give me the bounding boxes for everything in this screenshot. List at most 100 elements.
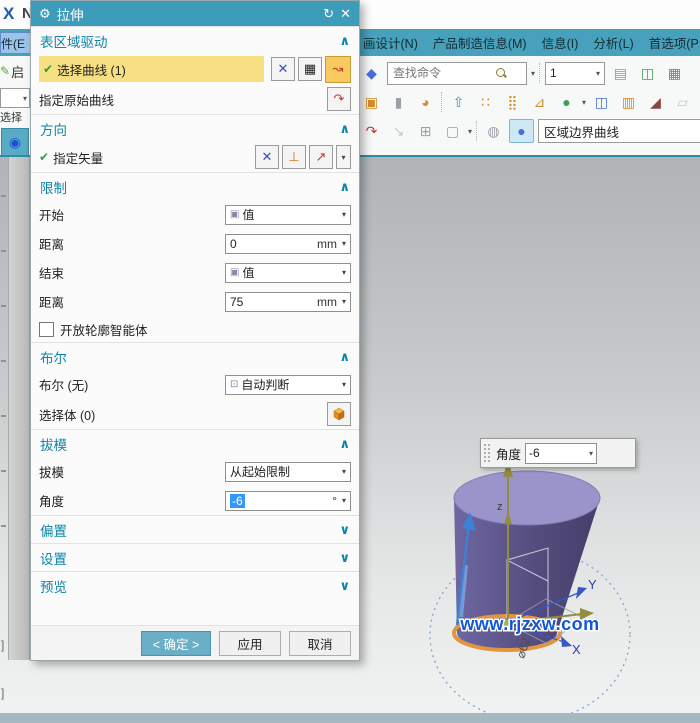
arrow-icon[interactable]: ↘ bbox=[387, 120, 410, 142]
extrude-icon[interactable]: ⇧ bbox=[447, 91, 470, 113]
part-nav-icon[interactable]: ◆ bbox=[360, 62, 383, 84]
menu-preferences[interactable]: 首选项(P bbox=[649, 33, 699, 52]
specify-vector-label: 指定矢量 bbox=[53, 148, 103, 167]
rib-icon[interactable]: ⊿ bbox=[528, 91, 551, 113]
start-label: 启 bbox=[11, 62, 24, 81]
book-icon[interactable]: ◫ bbox=[590, 91, 613, 113]
boolean-dropdown[interactable]: ⊡ 自动判断 ▾ bbox=[225, 375, 351, 395]
start-menu-sliver[interactable]: ✎ 启 bbox=[0, 60, 29, 82]
open-profile-checkbox[interactable] bbox=[39, 322, 54, 337]
section-header-preview[interactable]: 预览 ∨ bbox=[31, 571, 359, 599]
section-header-direction[interactable]: 方向 ∧ bbox=[31, 114, 359, 142]
active-tool-chip[interactable]: ◉ bbox=[1, 128, 29, 156]
y-axis-label: Y bbox=[588, 577, 597, 592]
snap-point-icon[interactable]: ⊞ bbox=[414, 120, 437, 142]
marquee-dropdown-caret[interactable]: ▾ bbox=[468, 127, 472, 136]
pattern-icon[interactable]: ⣿ bbox=[501, 91, 524, 113]
angle-box-field[interactable]: -6 ▾ bbox=[525, 443, 597, 464]
section-header-limits[interactable]: 限制 ∧ bbox=[31, 172, 359, 200]
boundary-curve-combo[interactable]: 区域边界曲线 ▾ bbox=[538, 119, 700, 143]
resource-bar-tick bbox=[1, 250, 6, 252]
x-axis-label: X bbox=[572, 642, 581, 657]
lasso-icon[interactable]: ↝ bbox=[325, 56, 351, 83]
chevron-down-icon: ▾ bbox=[589, 449, 593, 458]
menu-pmi[interactable]: 产品制造信息(M) bbox=[433, 33, 527, 52]
menu-file-sliver[interactable]: 件(E bbox=[0, 32, 31, 54]
extrude-preview-scene: z X Y ⌀62 www.rjzxw.com bbox=[400, 427, 700, 723]
end-distance-field[interactable]: 75 mm ▾ bbox=[225, 292, 351, 312]
boss-icon[interactable]: ◕ bbox=[414, 91, 437, 113]
shaded-cylinder-icon[interactable]: ● bbox=[509, 119, 534, 143]
start-mode-dropdown[interactable]: ▣ 值 ▾ bbox=[225, 205, 351, 225]
original-curve-label: 指定原始曲线 bbox=[39, 90, 114, 109]
ok-button[interactable]: < 确定 > bbox=[141, 631, 211, 656]
cube-pair-icon[interactable]: ▥ bbox=[617, 91, 640, 113]
layer-settings-icon[interactable]: ▤ bbox=[609, 62, 632, 84]
search-icon[interactable] bbox=[495, 67, 507, 79]
cylinder-icon[interactable]: ▮ bbox=[387, 91, 410, 113]
chevron-up-icon[interactable]: ∧ bbox=[339, 121, 350, 137]
chevron-down-icon[interactable]: ∨ bbox=[339, 578, 350, 594]
cancel-button[interactable]: 取消 bbox=[289, 631, 351, 656]
datum-block-icon[interactable]: ▣ bbox=[360, 91, 383, 113]
section-header-region[interactable]: 表区域驱动 ∧ bbox=[31, 26, 359, 54]
mesh-sphere-icon[interactable]: ◍ bbox=[482, 120, 505, 142]
menu-analysis[interactable]: 分析(L) bbox=[593, 33, 633, 52]
select-body-label: 选择体 (0) bbox=[39, 405, 95, 424]
spline-icon[interactable]: ↷ bbox=[327, 87, 351, 111]
menu-design[interactable]: 画设计(N) bbox=[363, 33, 418, 52]
left-resource-bar[interactable] bbox=[8, 157, 30, 660]
sheet-icon[interactable]: ▱ bbox=[671, 91, 694, 113]
start-mode-value: 值 bbox=[242, 206, 254, 223]
chevron-up-icon[interactable]: ∧ bbox=[339, 33, 350, 49]
draft-angle-field[interactable]: -6 ° ▾ bbox=[225, 491, 351, 511]
end-mode-dropdown[interactable]: ▣ 值 ▾ bbox=[225, 263, 351, 283]
two-point-vector-icon[interactable]: ✕ bbox=[255, 145, 279, 169]
layer-visible-icon[interactable]: ◫ bbox=[636, 62, 659, 84]
chevron-up-icon[interactable]: ∧ bbox=[339, 179, 350, 195]
chevron-down-icon[interactable]: ∨ bbox=[339, 522, 350, 538]
draft-mode-dropdown[interactable]: 从起始限制 ▾ bbox=[225, 462, 351, 482]
section-header-draft[interactable]: 拔模 ∧ bbox=[31, 429, 359, 457]
chamfer-icon[interactable]: ◢ bbox=[644, 91, 667, 113]
chevron-down-icon[interactable]: ∨ bbox=[339, 550, 350, 566]
drag-handle[interactable] bbox=[483, 443, 492, 463]
face-normal-icon[interactable]: ⊥ bbox=[282, 145, 306, 169]
search-dropdown-caret[interactable]: ▾ bbox=[531, 69, 535, 78]
section-header-offset[interactable]: 偏置 ∨ bbox=[31, 515, 359, 543]
swirl-icon: ◉ bbox=[9, 134, 21, 151]
start-distance-field[interactable]: 0 mm ▾ bbox=[225, 234, 351, 254]
layer-category-icon[interactable]: ▦ bbox=[663, 62, 686, 84]
specify-vector-row: ✔ 指定矢量 ✕ ⊥ ↗ ▾ bbox=[31, 142, 359, 172]
command-finder-input[interactable] bbox=[391, 65, 495, 81]
marquee-icon[interactable]: ▢ bbox=[441, 120, 464, 142]
apply-button[interactable]: 应用 bbox=[219, 631, 281, 656]
chevron-up-icon[interactable]: ∧ bbox=[339, 436, 350, 452]
chevron-down-icon: ▾ bbox=[342, 297, 346, 306]
check-icon: ✔ bbox=[39, 150, 49, 164]
select-curve-active[interactable]: ✔ 选择曲线 (1) bbox=[39, 56, 264, 82]
unite-icon[interactable]: ● bbox=[555, 91, 578, 113]
cube-glyph bbox=[332, 407, 346, 421]
left-combo-sliver[interactable]: ▾ bbox=[0, 88, 30, 108]
chevron-down-icon: ▾ bbox=[342, 496, 346, 505]
close-icon[interactable]: ✕ bbox=[340, 6, 351, 22]
dialog-title-bar[interactable]: ⚙ 拉伸 ↻ ✕ bbox=[31, 1, 359, 26]
curve-rule-icon[interactable]: ▦ bbox=[298, 57, 322, 81]
vector-dialog-icon[interactable]: ↗ bbox=[309, 145, 333, 169]
corner-close-sliver[interactable]: X bbox=[3, 4, 14, 24]
reset-icon[interactable]: ↻ bbox=[323, 6, 334, 22]
layer-combo[interactable]: 1 ▾ bbox=[545, 62, 605, 85]
value-cube-icon: ▣ bbox=[230, 267, 239, 278]
chevron-up-icon[interactable]: ∧ bbox=[339, 349, 350, 365]
bridge-curve-icon[interactable]: ↷ bbox=[360, 120, 383, 142]
chevron-down-icon[interactable]: ▾ bbox=[336, 145, 351, 169]
deselect-icon[interactable]: ✕ bbox=[271, 57, 295, 81]
hole-array-icon[interactable]: ∷ bbox=[474, 91, 497, 113]
body-cube-icon[interactable] bbox=[327, 402, 351, 426]
cone-top-face[interactable] bbox=[454, 471, 600, 525]
menu-information[interactable]: 信息(I) bbox=[542, 33, 579, 52]
unite-dropdown-caret[interactable]: ▾ bbox=[582, 98, 586, 107]
section-header-boolean[interactable]: 布尔 ∧ bbox=[31, 342, 359, 370]
section-header-settings[interactable]: 设置 ∨ bbox=[31, 543, 359, 571]
